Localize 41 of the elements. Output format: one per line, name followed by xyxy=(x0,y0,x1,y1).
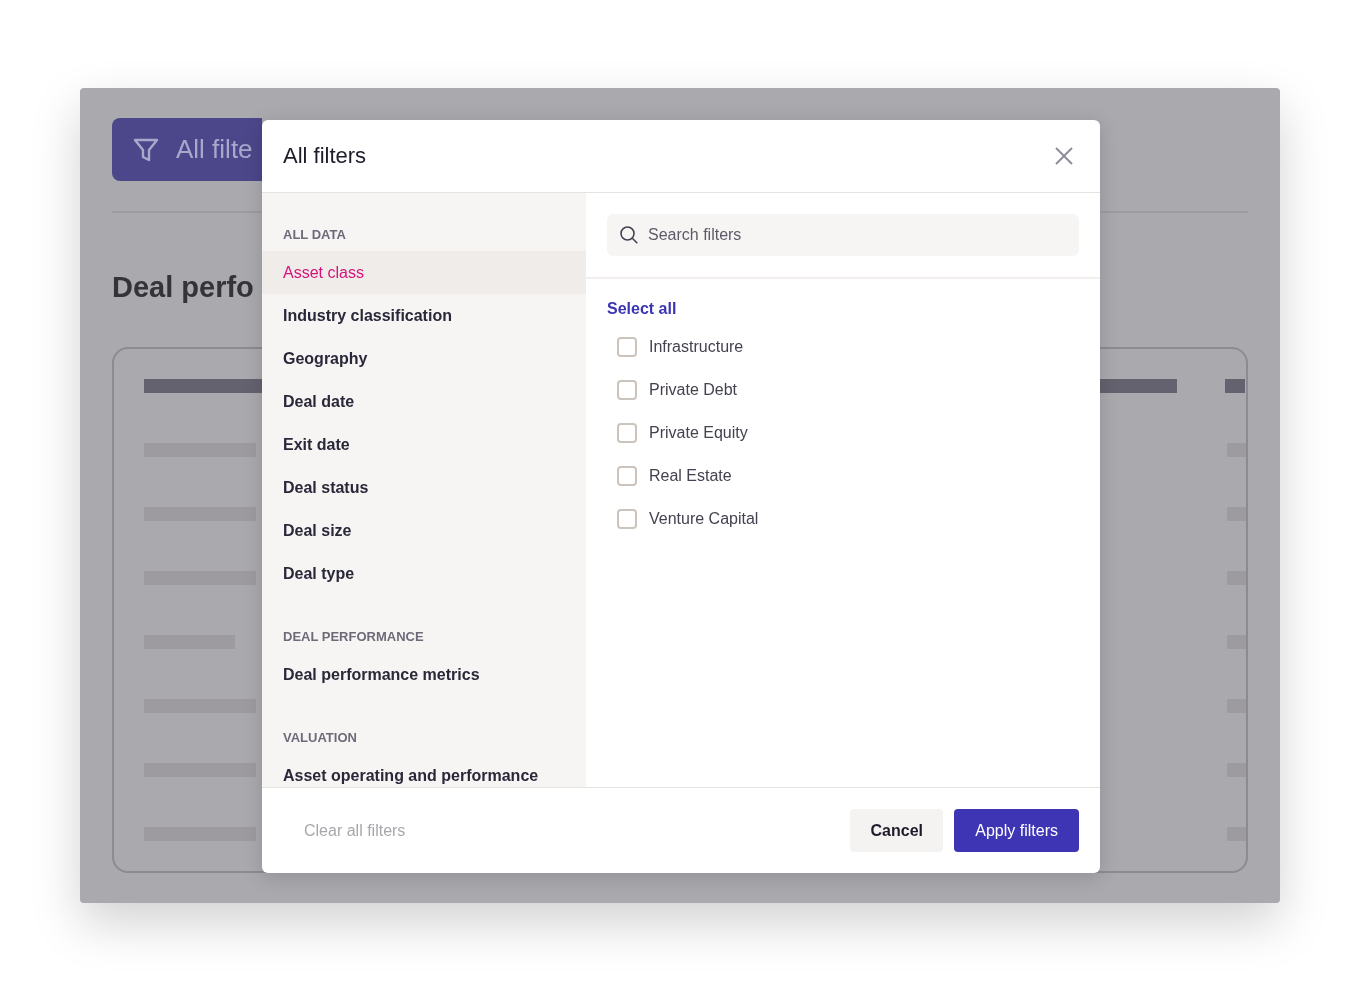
skeleton-bar xyxy=(1225,379,1245,393)
checkbox[interactable] xyxy=(617,422,637,443)
sidebar-item[interactable]: Exit date xyxy=(262,423,586,466)
sidebar-item[interactable]: Geography xyxy=(262,337,586,380)
skeleton-bar xyxy=(1227,635,1246,649)
sidebar-item[interactable]: Industry classification xyxy=(262,294,586,337)
sidebar-item[interactable]: Deal type xyxy=(262,552,586,595)
sidebar-item[interactable]: Deal performance metrics xyxy=(262,653,586,696)
skeleton-bar xyxy=(1227,763,1246,777)
all-filters-button[interactable]: All filte xyxy=(112,118,262,181)
option-label: Infrastructure xyxy=(649,337,744,356)
section-heading: VALUATION xyxy=(283,730,357,746)
skeleton-bar xyxy=(1227,507,1246,521)
section-heading: DEAL PERFORMANCE xyxy=(283,629,424,645)
option-label: Private Debt xyxy=(649,380,738,399)
checkbox[interactable] xyxy=(617,379,637,400)
search-field[interactable]: Search filters xyxy=(607,214,1079,256)
skeleton-bar xyxy=(1227,827,1246,841)
checkbox[interactable] xyxy=(617,336,637,357)
dialog-title: All filters xyxy=(283,143,367,169)
close-button[interactable] xyxy=(1054,146,1074,166)
sidebar-item[interactable]: Deal size xyxy=(262,509,586,552)
cancel-button[interactable]: Cancel xyxy=(850,809,944,852)
sidebar-item[interactable]: Deal status xyxy=(262,466,586,509)
sidebar-item[interactable]: Deal date xyxy=(262,380,586,423)
skeleton-bar xyxy=(1227,443,1246,457)
sidebar-item[interactable]: Asset class xyxy=(262,251,586,294)
page-heading: Deal perfo xyxy=(112,270,254,304)
search-icon xyxy=(619,225,639,245)
option-label: Private Equity xyxy=(649,423,748,442)
section-heading: ALL DATA xyxy=(283,227,346,243)
skeleton-bar xyxy=(1227,571,1246,585)
close-icon xyxy=(1054,146,1074,166)
skeleton-bar xyxy=(1227,699,1246,713)
checkbox[interactable] xyxy=(617,465,637,486)
option-label: Venture Capital xyxy=(649,509,759,528)
option-label: Real Estate xyxy=(649,466,732,485)
apply-button[interactable]: Apply filters xyxy=(954,809,1079,852)
checkbox[interactable] xyxy=(617,508,637,529)
sidebar-item[interactable]: Asset operating and performance xyxy=(262,754,586,787)
select-all-link[interactable]: Select all xyxy=(607,299,677,319)
